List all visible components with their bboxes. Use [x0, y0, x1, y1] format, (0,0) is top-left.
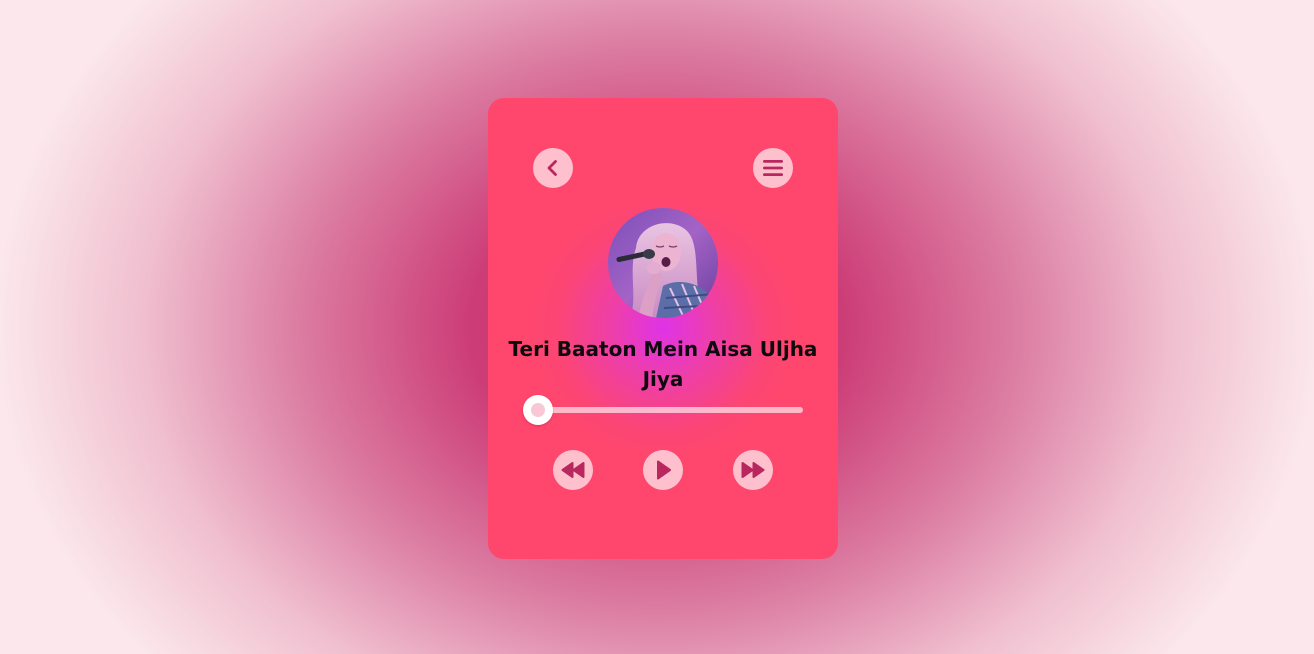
back-button[interactable]	[533, 148, 573, 188]
album-art	[608, 208, 718, 318]
progress-bar[interactable]	[538, 407, 803, 413]
rewind-icon	[560, 460, 586, 480]
chevron-left-icon	[543, 158, 563, 178]
fast-forward-button[interactable]	[733, 450, 773, 490]
progress-thumb[interactable]	[523, 395, 553, 425]
music-player-card: Teri Baaton Mein Aisa Uljha Jiya	[488, 98, 838, 559]
singer-image	[608, 208, 718, 318]
play-icon	[653, 459, 673, 481]
fast-forward-icon	[740, 460, 766, 480]
rewind-button[interactable]	[553, 450, 593, 490]
progress-thumb-dot	[531, 403, 545, 417]
song-title: Teri Baaton Mein Aisa Uljha Jiya	[508, 337, 818, 391]
menu-button[interactable]	[753, 148, 793, 188]
play-button[interactable]	[643, 450, 683, 490]
hamburger-menu-icon	[762, 158, 784, 178]
